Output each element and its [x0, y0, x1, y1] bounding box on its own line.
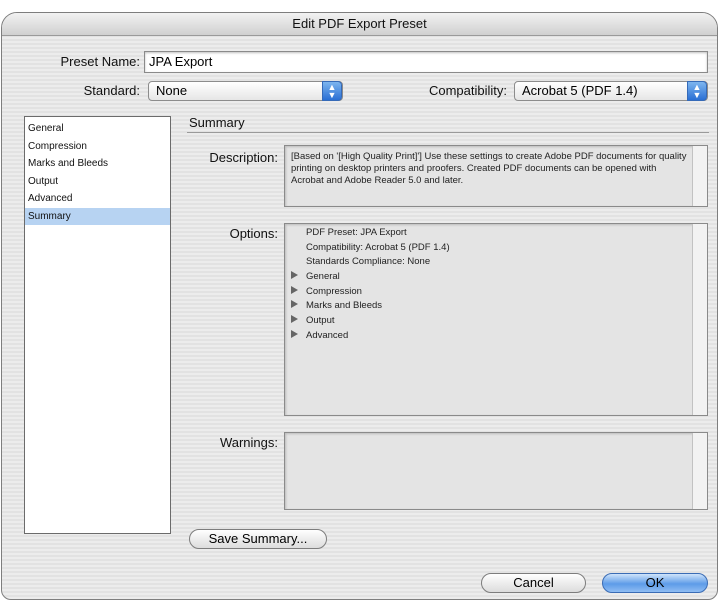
- category-item-output[interactable]: Output: [25, 173, 170, 191]
- description-box[interactable]: [Based on '[High Quality Print]'] Use th…: [284, 145, 708, 207]
- options-box[interactable]: PDF Preset: JPA Export Compatibility: Ac…: [284, 223, 708, 416]
- cancel-button[interactable]: Cancel: [481, 573, 586, 593]
- option-compatibility: Compatibility: Acrobat 5 (PDF 1.4): [306, 242, 450, 253]
- standard-select-value: None: [156, 83, 188, 98]
- option-group-output[interactable]: Output: [306, 315, 335, 326]
- category-item-compression[interactable]: Compression: [25, 138, 170, 156]
- description-text: [Based on '[High Quality Print]'] Use th…: [291, 151, 687, 186]
- disclosure-triangle-icon[interactable]: [291, 286, 298, 294]
- section-divider: [187, 132, 709, 133]
- disclosure-triangle-icon[interactable]: [291, 300, 298, 308]
- standard-label: Standard:: [83, 83, 140, 98]
- option-group-marks-and-bleeds[interactable]: Marks and Bleeds: [306, 300, 382, 311]
- category-item-advanced[interactable]: Advanced: [25, 190, 170, 208]
- option-preset: PDF Preset: JPA Export: [306, 227, 407, 238]
- option-standards: Standards Compliance: None: [306, 256, 431, 267]
- section-title: Summary: [189, 115, 245, 130]
- description-scrollbar[interactable]: [692, 146, 707, 206]
- save-summary-button[interactable]: Save Summary...: [189, 529, 327, 549]
- category-item-summary[interactable]: Summary: [25, 207, 170, 225]
- category-list: General Compression Marks and Bleeds Out…: [24, 116, 171, 534]
- description-label: Description:: [209, 150, 278, 165]
- option-group-general[interactable]: General: [306, 271, 340, 282]
- option-group-advanced[interactable]: Advanced: [306, 330, 348, 341]
- disclosure-triangle-icon[interactable]: [291, 271, 298, 279]
- window-title: Edit PDF Export Preset: [2, 13, 717, 36]
- preset-name-label: Preset Name:: [60, 54, 140, 69]
- up-down-arrows-icon: ▲ ▼: [322, 81, 342, 101]
- preset-name-input[interactable]: JPA Export: [144, 51, 708, 73]
- option-group-compression[interactable]: Compression: [306, 286, 362, 297]
- compatibility-select-value: Acrobat 5 (PDF 1.4): [522, 83, 638, 98]
- ok-button[interactable]: OK: [602, 573, 708, 593]
- category-item-general[interactable]: General: [25, 120, 170, 138]
- disclosure-triangle-icon[interactable]: [291, 330, 298, 338]
- warnings-box[interactable]: [284, 432, 708, 510]
- edit-pdf-export-preset-dialog: Edit PDF Export Preset Preset Name: JPA …: [1, 12, 718, 600]
- compatibility-select[interactable]: Acrobat 5 (PDF 1.4) ▲ ▼: [514, 81, 708, 101]
- up-down-arrows-icon: ▲ ▼: [687, 81, 707, 101]
- warnings-scrollbar[interactable]: [692, 433, 707, 509]
- disclosure-triangle-icon[interactable]: [291, 315, 298, 323]
- options-scrollbar[interactable]: [692, 224, 707, 415]
- compatibility-label: Compatibility:: [428, 83, 507, 98]
- warnings-label: Warnings:: [219, 435, 278, 450]
- standard-select[interactable]: None ▲ ▼: [148, 81, 343, 101]
- category-item-marks-and-bleeds[interactable]: Marks and Bleeds: [25, 155, 170, 173]
- options-label: Options:: [229, 226, 278, 241]
